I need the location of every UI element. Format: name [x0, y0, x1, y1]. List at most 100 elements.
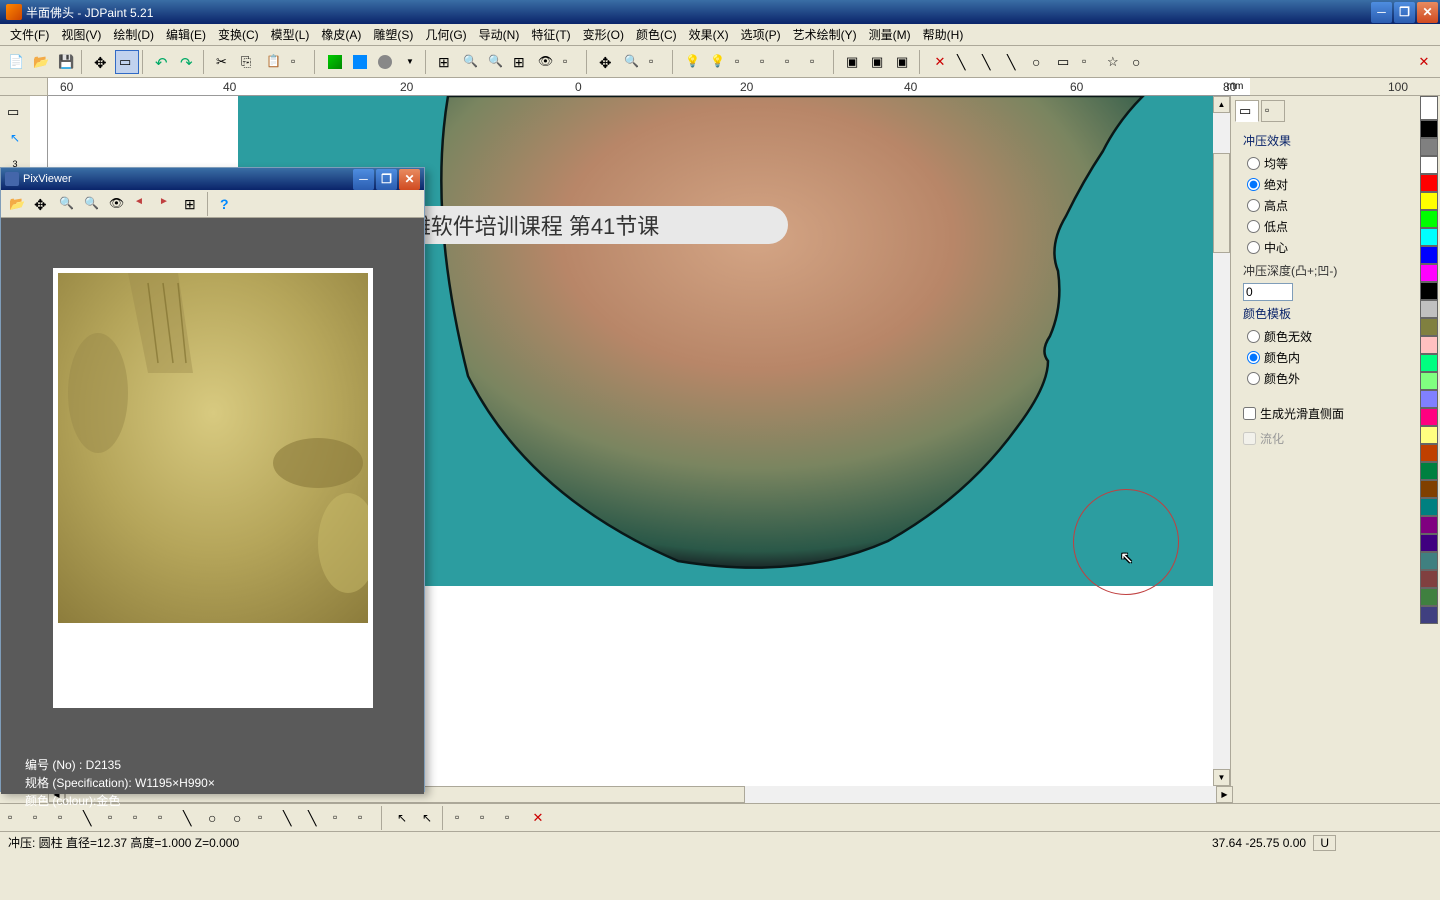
color-swatch[interactable] — [1420, 570, 1438, 588]
color-swatch[interactable] — [1420, 228, 1438, 246]
menu-guide[interactable]: 导动(N) — [473, 24, 526, 45]
material-button[interactable] — [323, 50, 347, 74]
star-button[interactable] — [1103, 50, 1127, 74]
color-swatch[interactable] — [1420, 192, 1438, 210]
color-swatch[interactable] — [1420, 120, 1438, 138]
menu-transform[interactable]: 变换(C) — [212, 24, 265, 45]
color-swatch[interactable] — [1420, 138, 1438, 156]
pix-close-button[interactable]: ✕ — [399, 169, 420, 190]
redo-button[interactable] — [176, 50, 200, 74]
radio-equal[interactable] — [1247, 157, 1260, 170]
menu-option[interactable]: 选项(P) — [735, 24, 787, 45]
color-swatch[interactable] — [1420, 588, 1438, 606]
color-swatch[interactable] — [1420, 354, 1438, 372]
checkbox-smooth[interactable] — [1243, 407, 1256, 420]
maximize-button[interactable]: ❐ — [1394, 2, 1415, 23]
cursor-button[interactable] — [90, 50, 114, 74]
color-swatch[interactable] — [1420, 336, 1438, 354]
color-button[interactable] — [348, 50, 372, 74]
lt-select[interactable] — [3, 100, 27, 124]
radio-color-out[interactable] — [1247, 372, 1260, 385]
radio-color-in[interactable] — [1247, 351, 1260, 364]
light2-button[interactable] — [706, 50, 730, 74]
color-swatch[interactable] — [1420, 462, 1438, 480]
orbit-button[interactable] — [645, 50, 669, 74]
pix-eye-button[interactable] — [105, 192, 129, 216]
menu-color[interactable]: 颜色(C) — [630, 24, 683, 45]
layers-button[interactable] — [867, 50, 891, 74]
clipboard-button[interactable] — [287, 50, 311, 74]
color-swatch[interactable] — [1420, 534, 1438, 552]
color-swatch[interactable] — [1420, 516, 1438, 534]
color-swatch[interactable] — [1420, 444, 1438, 462]
radio-high[interactable] — [1247, 199, 1260, 212]
curve-button[interactable] — [978, 50, 1002, 74]
color-swatch[interactable] — [1420, 552, 1438, 570]
menu-effect[interactable]: 效果(X) — [683, 24, 735, 45]
bt-18[interactable] — [451, 806, 475, 830]
color-swatch[interactable] — [1420, 408, 1438, 426]
color-swatch[interactable] — [1420, 246, 1438, 264]
grid-button[interactable] — [892, 50, 916, 74]
poly-button[interactable] — [1078, 50, 1102, 74]
menu-art[interactable]: 艺术绘制(Y) — [787, 24, 863, 45]
color-swatch[interactable] — [1420, 174, 1438, 192]
close-button[interactable]: ✕ — [1417, 2, 1438, 23]
zoom-in-button[interactable] — [459, 50, 483, 74]
color-swatch[interactable] — [1420, 282, 1438, 300]
box-button[interactable] — [842, 50, 866, 74]
light1-button[interactable] — [681, 50, 705, 74]
pix-fit-button[interactable] — [180, 192, 204, 216]
light6-button[interactable] — [806, 50, 830, 74]
radio-center[interactable] — [1247, 241, 1260, 254]
vertical-scrollbar[interactable]: ▲ ▼ — [1213, 96, 1230, 786]
select-button[interactable] — [115, 50, 139, 74]
paste-button[interactable] — [262, 50, 286, 74]
pix-move-button[interactable] — [30, 192, 54, 216]
depth-input[interactable] — [1243, 283, 1293, 301]
pan-button[interactable] — [595, 50, 619, 74]
panel-tab-1[interactable] — [1235, 100, 1259, 122]
color-swatch[interactable] — [1420, 606, 1438, 624]
pix-help-button[interactable] — [216, 192, 240, 216]
color-swatch[interactable] — [1420, 426, 1438, 444]
dropdown-button[interactable]: ▼ — [398, 50, 422, 74]
copy-button[interactable] — [237, 50, 261, 74]
bt-19[interactable] — [476, 806, 500, 830]
menu-deform[interactable]: 变形(O) — [577, 24, 630, 45]
polyline-button[interactable] — [1003, 50, 1027, 74]
rotate-button[interactable] — [620, 50, 644, 74]
shade-button[interactable] — [373, 50, 397, 74]
open-button[interactable] — [29, 50, 53, 74]
zoom-out-button[interactable] — [484, 50, 508, 74]
color-swatch[interactable] — [1420, 264, 1438, 282]
color-swatch[interactable] — [1420, 372, 1438, 390]
radio-color-none[interactable] — [1247, 330, 1260, 343]
menu-file[interactable]: 文件(F) — [4, 24, 55, 45]
light4-button[interactable] — [756, 50, 780, 74]
scroll-up-button[interactable]: ▲ — [1213, 96, 1230, 113]
shape-del-button[interactable]: ✕ — [928, 50, 952, 74]
pix-zoomin-button[interactable] — [55, 192, 79, 216]
menu-sculpt[interactable]: 雕塑(S) — [367, 24, 419, 45]
status-mode-button[interactable]: U — [1313, 835, 1336, 851]
radio-absolute[interactable] — [1247, 178, 1260, 191]
save-button[interactable] — [54, 50, 78, 74]
color-swatch[interactable] — [1420, 498, 1438, 516]
menu-geom[interactable]: 几何(G) — [419, 24, 472, 45]
cut-button[interactable] — [212, 50, 236, 74]
new-button[interactable] — [4, 50, 28, 74]
minimize-button[interactable]: ─ — [1371, 2, 1392, 23]
pix-maximize-button[interactable]: ❐ — [376, 169, 397, 190]
menu-model[interactable]: 模型(L) — [265, 24, 316, 45]
color-swatch[interactable] — [1420, 480, 1438, 498]
pix-zoomout-button[interactable] — [80, 192, 104, 216]
menu-help[interactable]: 帮助(H) — [917, 24, 970, 45]
bt-del[interactable]: ✕ — [526, 806, 550, 830]
scroll-down-button[interactable]: ▼ — [1213, 769, 1230, 786]
arc-button[interactable] — [1028, 50, 1052, 74]
menu-feature[interactable]: 特征(T) — [525, 24, 576, 45]
color-swatch[interactable] — [1420, 210, 1438, 228]
menu-edit[interactable]: 编辑(E) — [160, 24, 212, 45]
bt-20[interactable] — [501, 806, 525, 830]
